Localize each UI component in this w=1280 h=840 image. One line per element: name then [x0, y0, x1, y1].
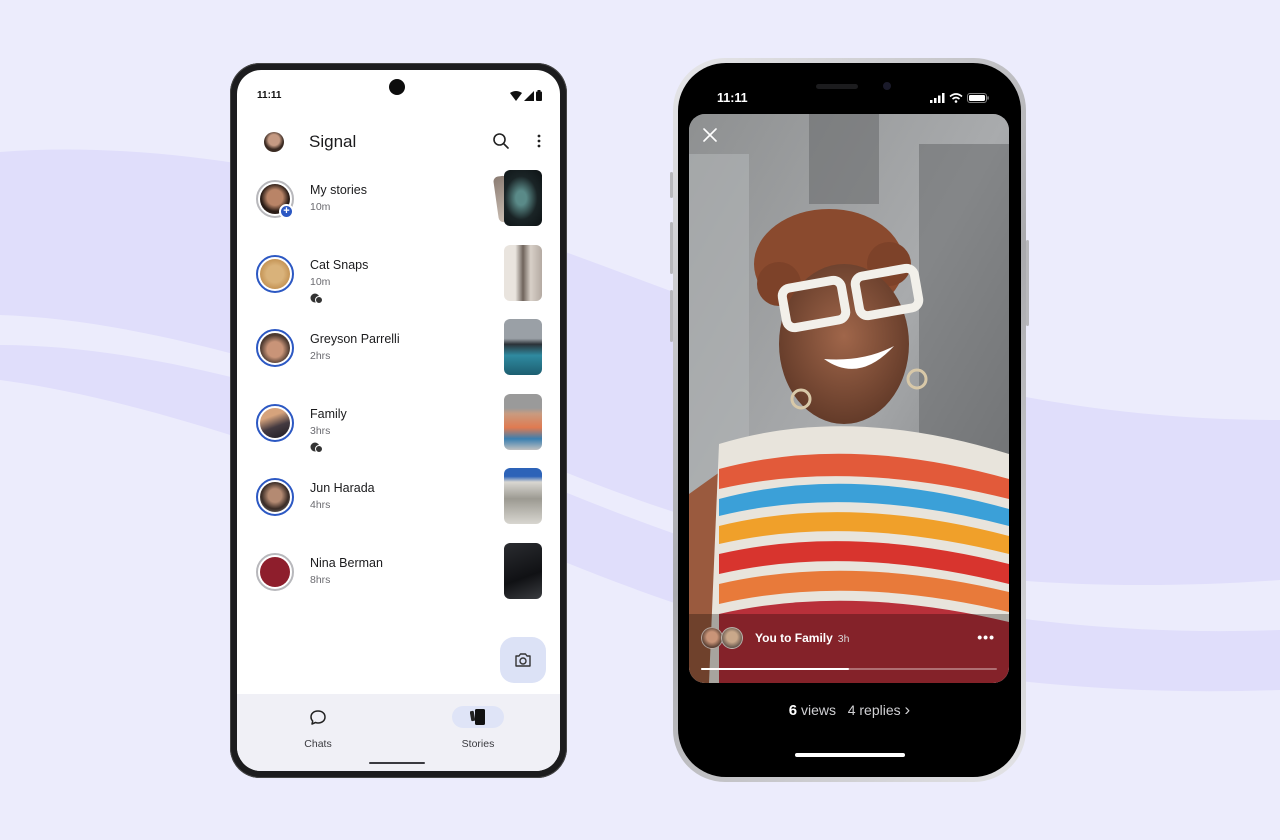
avatar: [701, 627, 723, 649]
replies-icon: [310, 440, 323, 458]
profile-avatar[interactable]: [264, 132, 284, 152]
story-time: 3h: [837, 633, 850, 645]
story-row-cat-snaps[interactable]: Cat Snaps 10m: [237, 244, 560, 320]
story-row-my-stories[interactable]: + My stories 10m: [237, 170, 560, 245]
iphone: 11:11 You to Family 3h ••• 6 views 4 rep…: [673, 58, 1026, 782]
app-header: Signal: [237, 122, 560, 162]
story-viewer[interactable]: You to Family 3h •••: [689, 114, 1009, 683]
tab-chats[interactable]: Chats: [278, 706, 358, 752]
wifi-icon: [510, 90, 522, 101]
stories-icon: [470, 709, 485, 725]
story-avatar-ring: [256, 478, 294, 516]
background-waves: [0, 149, 1280, 692]
story-thumbnail[interactable]: [504, 542, 542, 599]
signal-icon: [524, 90, 534, 101]
android-screen: 11:11 Signal + My stories 10m Cat Snaps …: [237, 70, 560, 771]
story-name: Greyson Parrelli: [310, 332, 400, 346]
tab-stories[interactable]: Stories: [438, 706, 518, 752]
story-name: Cat Snaps: [310, 257, 369, 272]
story-time: 10m: [310, 201, 331, 213]
story-avatar-ring: [256, 329, 294, 367]
story-time: 8hrs: [310, 573, 331, 586]
story-thumbnail[interactable]: [504, 319, 542, 375]
story-name: Jun Harada: [310, 481, 375, 495]
chevron-right-icon: ›: [904, 700, 911, 719]
story-list: + My stories 10m Cat Snaps 10m Greyson P…: [237, 170, 560, 617]
chat-bubble-icon: [310, 709, 326, 725]
story-progress-fill: [701, 668, 849, 670]
front-camera: [389, 79, 405, 95]
story-row-family[interactable]: Family 3hrs: [237, 393, 560, 469]
story-name: Family: [310, 406, 347, 421]
story-thumbnail[interactable]: [504, 468, 542, 524]
more-vertical-icon[interactable]: [536, 132, 542, 155]
search-icon[interactable]: [492, 132, 510, 155]
story-time: 4hrs: [310, 499, 331, 511]
avatar: [260, 258, 290, 289]
avatar: [260, 482, 290, 512]
story-avatar-ring: [256, 254, 294, 293]
camera-fab[interactable]: [500, 637, 546, 683]
story-row-jun-harada[interactable]: Jun Harada 4hrs: [237, 468, 560, 543]
story-audience: You to Family 3h: [755, 631, 850, 645]
battery-icon: [536, 90, 542, 101]
story-avatar-ring: [256, 403, 294, 442]
more-horizontal-icon[interactable]: •••: [977, 629, 995, 645]
story-thumbnail[interactable]: [504, 393, 542, 450]
add-story-icon[interactable]: +: [279, 204, 294, 219]
earpiece-speaker: [816, 84, 858, 89]
avatar: [260, 333, 290, 363]
story-avatar-ring: [256, 552, 294, 591]
story-time: 10m: [310, 275, 331, 288]
bottom-navigation: Chats Stories: [237, 694, 560, 771]
story-progress-bar: [701, 668, 997, 670]
status-icons: [510, 90, 542, 101]
story-photo: [689, 114, 1009, 683]
iphone-screen: 11:11 You to Family 3h ••• 6 views 4 rep…: [678, 63, 1021, 777]
status-icons: [930, 93, 989, 103]
story-stats[interactable]: 6 views 4 replies ›: [678, 700, 1021, 720]
story-time: 2hrs: [310, 350, 331, 362]
replies-text: 4 replies: [847, 702, 901, 718]
avatar: [721, 627, 743, 649]
story-name: My stories: [310, 183, 367, 197]
tab-label: Stories: [461, 738, 495, 750]
power-button: [1026, 240, 1029, 326]
android-phone: 11:11 Signal + My stories 10m Cat Snaps …: [230, 63, 567, 778]
wifi-icon: [949, 93, 963, 103]
home-indicator[interactable]: [795, 753, 905, 757]
views-count: 6: [788, 702, 798, 719]
battery-icon: [967, 93, 989, 103]
story-thumbnail[interactable]: [504, 244, 542, 301]
tab-label: Chats: [304, 738, 332, 750]
avatar: [260, 407, 290, 438]
android-status-bar: 11:11: [237, 70, 560, 112]
cellular-signal-icon: [930, 93, 945, 103]
close-icon[interactable]: [703, 128, 717, 147]
story-name: Nina Berman: [310, 555, 383, 570]
avatar: [260, 556, 290, 587]
status-time: 11:11: [257, 90, 282, 101]
views-label: views: [801, 702, 837, 718]
camera-icon: [515, 653, 531, 667]
front-camera: [883, 82, 891, 90]
story-time: 3hrs: [310, 424, 331, 437]
gesture-bar[interactable]: [369, 762, 425, 764]
story-thumbnail[interactable]: [504, 170, 542, 226]
app-title: Signal: [309, 132, 357, 151]
story-meta: You to Family 3h •••: [701, 627, 997, 653]
story-row-nina-berman[interactable]: Nina Berman 8hrs: [237, 542, 560, 618]
story-row-greyson-parrelli[interactable]: Greyson Parrelli 2hrs: [237, 319, 560, 394]
replies-icon: [310, 291, 323, 309]
status-time: 11:11: [717, 91, 748, 105]
